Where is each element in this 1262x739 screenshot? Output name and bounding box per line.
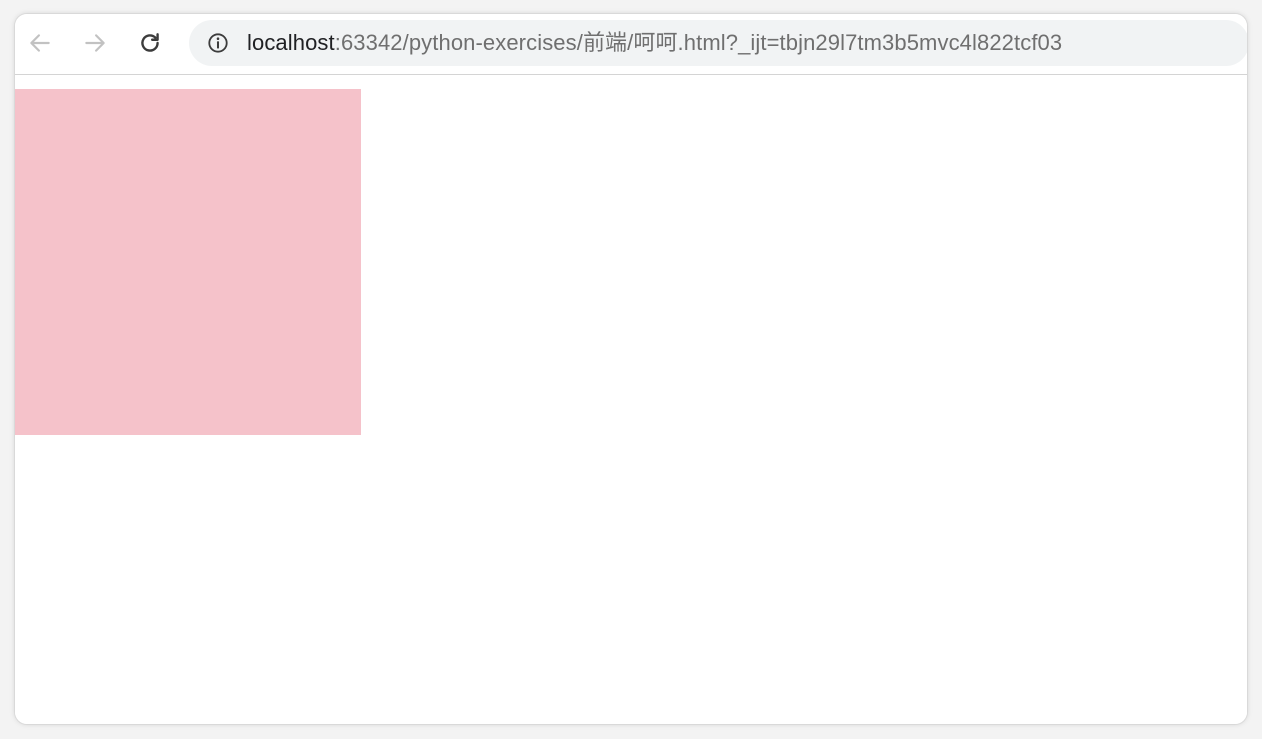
back-button[interactable] [25, 28, 55, 58]
reload-button[interactable] [135, 28, 165, 58]
url-text[interactable]: localhost:63342/python-exercises/前端/呵呵.h… [247, 31, 1062, 55]
url-path: :63342/python-exercises/前端/呵呵.html?_ijt=… [334, 30, 1063, 55]
arrow-left-icon [30, 34, 50, 52]
reload-icon [141, 33, 159, 52]
browser-toolbar: localhost:63342/python-exercises/前端/呵呵.h… [15, 14, 1247, 75]
forward-button[interactable] [80, 28, 110, 58]
arrow-right-icon [85, 34, 105, 52]
page-content [15, 75, 1247, 724]
pink-box [15, 89, 361, 435]
browser-window: localhost:63342/python-exercises/前端/呵呵.h… [15, 14, 1247, 724]
url-host: localhost [247, 30, 335, 55]
info-icon[interactable] [207, 32, 229, 54]
screen-frame: localhost:63342/python-exercises/前端/呵呵.h… [0, 0, 1262, 739]
address-bar[interactable]: localhost:63342/python-exercises/前端/呵呵.h… [189, 20, 1247, 66]
